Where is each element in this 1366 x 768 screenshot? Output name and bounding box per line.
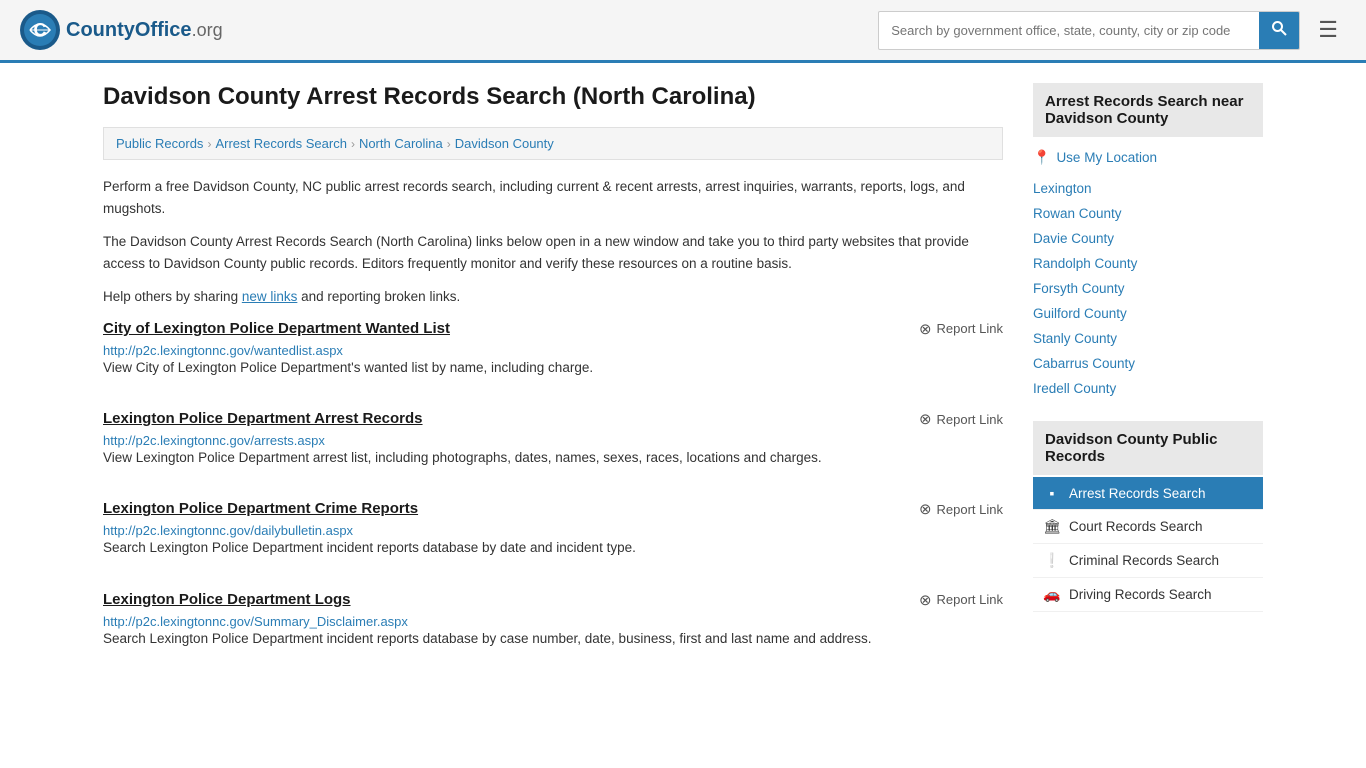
- description-para3: Help others by sharing new links and rep…: [103, 286, 1003, 308]
- report-link-btn-1[interactable]: ⊗ Report Link: [919, 410, 1003, 428]
- report-icon-3: ⊗: [919, 591, 932, 609]
- hamburger-icon: ☰: [1318, 17, 1338, 42]
- resource-entry-2: Lexington Police Department Crime Report…: [103, 500, 1003, 566]
- sidebar-link-cabarrus[interactable]: Cabarrus County: [1033, 351, 1263, 376]
- sidebar-link-lexington[interactable]: Lexington: [1033, 176, 1263, 201]
- page-title: Davidson County Arrest Records Search (N…: [103, 83, 1003, 111]
- description-para3-prefix: Help others by sharing: [103, 289, 242, 304]
- arrest-record-label: Arrest Records Search: [1069, 486, 1206, 501]
- sidebar-link-rowan[interactable]: Rowan County: [1033, 201, 1263, 226]
- breadcrumb-public-records[interactable]: Public Records: [116, 136, 203, 151]
- resource-desc-1: View Lexington Police Department arrest …: [103, 448, 1003, 468]
- resource-url-0[interactable]: http://p2c.lexingtonnc.gov/wantedlist.as…: [103, 343, 343, 358]
- report-link-btn-2[interactable]: ⊗ Report Link: [919, 500, 1003, 518]
- resource-title-row-2: Lexington Police Department Crime Report…: [103, 500, 1003, 518]
- resources-list: City of Lexington Police Department Want…: [103, 320, 1003, 657]
- search-bar: [878, 11, 1300, 50]
- sidebar-records-heading: Davidson County Public Records: [1033, 421, 1263, 475]
- breadcrumb-north-carolina[interactable]: North Carolina: [359, 136, 443, 151]
- header: C CountyOffice.org ☰: [0, 0, 1366, 63]
- sidebar-link-davie[interactable]: Davie County: [1033, 226, 1263, 251]
- sep-3: ›: [447, 137, 451, 151]
- resource-title-row-0: City of Lexington Police Department Want…: [103, 320, 1003, 338]
- use-my-location-btn[interactable]: 📍 Use My Location: [1033, 145, 1263, 170]
- header-right: ☰: [878, 11, 1346, 50]
- report-label-3: Report Link: [937, 592, 1003, 607]
- search-button[interactable]: [1259, 12, 1299, 49]
- sep-2: ›: [351, 137, 355, 151]
- search-input[interactable]: [879, 15, 1259, 46]
- sidebar-record-court[interactable]: 🏛 Court Records Search: [1033, 510, 1263, 544]
- sidebar-record-criminal[interactable]: ❕ Criminal Records Search: [1033, 544, 1263, 578]
- sidebar-records-section: Davidson County Public Records ▪ Arrest …: [1033, 421, 1263, 612]
- sidebar-link-randolph[interactable]: Randolph County: [1033, 251, 1263, 276]
- resource-entry-3: Lexington Police Department Logs ⊗ Repor…: [103, 591, 1003, 657]
- new-links-link[interactable]: new links: [242, 289, 298, 304]
- resource-title-row-1: Lexington Police Department Arrest Recor…: [103, 410, 1003, 428]
- resource-title-row-3: Lexington Police Department Logs ⊗ Repor…: [103, 591, 1003, 609]
- report-icon-2: ⊗: [919, 500, 932, 518]
- use-my-location-label: Use My Location: [1056, 150, 1157, 165]
- sidebar-link-stanly[interactable]: Stanly County: [1033, 326, 1263, 351]
- arrest-record-icon: ▪: [1043, 485, 1061, 501]
- resource-url-3[interactable]: http://p2c.lexingtonnc.gov/Summary_Discl…: [103, 614, 408, 629]
- breadcrumb-arrest-records[interactable]: Arrest Records Search: [215, 136, 347, 151]
- logo-icon: C: [20, 10, 60, 50]
- sidebar: Arrest Records Search near Davidson Coun…: [1033, 83, 1263, 681]
- logo-area: C CountyOffice.org: [20, 10, 223, 50]
- breadcrumb-davidson-county[interactable]: Davidson County: [455, 136, 554, 151]
- sidebar-link-guilford[interactable]: Guilford County: [1033, 301, 1263, 326]
- criminal-record-label: Criminal Records Search: [1069, 553, 1219, 568]
- sidebar-record-driving[interactable]: 🚗 Driving Records Search: [1033, 578, 1263, 612]
- description-para3-suffix: and reporting broken links.: [297, 289, 460, 304]
- report-link-btn-3[interactable]: ⊗ Report Link: [919, 591, 1003, 609]
- sidebar-link-iredell[interactable]: Iredell County: [1033, 376, 1263, 401]
- resource-title-2[interactable]: Lexington Police Department Crime Report…: [103, 500, 418, 517]
- report-icon-0: ⊗: [919, 320, 932, 338]
- sidebar-link-forsyth[interactable]: Forsyth County: [1033, 276, 1263, 301]
- report-icon-1: ⊗: [919, 410, 932, 428]
- court-record-icon: 🏛: [1043, 518, 1061, 535]
- resource-url-1[interactable]: http://p2c.lexingtonnc.gov/arrests.aspx: [103, 433, 325, 448]
- sidebar-record-arrest[interactable]: ▪ Arrest Records Search: [1033, 477, 1263, 510]
- description-para1: Perform a free Davidson County, NC publi…: [103, 176, 1003, 219]
- resource-desc-3: Search Lexington Police Department incid…: [103, 629, 1003, 649]
- resource-desc-0: View City of Lexington Police Department…: [103, 358, 1003, 378]
- location-pin-icon: 📍: [1033, 149, 1050, 166]
- resource-title-0[interactable]: City of Lexington Police Department Want…: [103, 320, 450, 337]
- sidebar-nearby-section: Arrest Records Search near Davidson Coun…: [1033, 83, 1263, 401]
- main-content: Davidson County Arrest Records Search (N…: [103, 83, 1003, 681]
- driving-record-label: Driving Records Search: [1069, 587, 1212, 602]
- resource-title-3[interactable]: Lexington Police Department Logs: [103, 591, 351, 608]
- resource-url-2[interactable]: http://p2c.lexingtonnc.gov/dailybulletin…: [103, 523, 353, 538]
- resource-entry-0: City of Lexington Police Department Want…: [103, 320, 1003, 386]
- resource-title-1[interactable]: Lexington Police Department Arrest Recor…: [103, 410, 423, 427]
- court-record-label: Court Records Search: [1069, 519, 1203, 534]
- sidebar-nearby-heading: Arrest Records Search near Davidson Coun…: [1033, 83, 1263, 137]
- report-link-btn-0[interactable]: ⊗ Report Link: [919, 320, 1003, 338]
- criminal-record-icon: ❕: [1043, 552, 1061, 569]
- sep-1: ›: [207, 137, 211, 151]
- report-label-1: Report Link: [937, 412, 1003, 427]
- page-container: Davidson County Arrest Records Search (N…: [83, 63, 1283, 701]
- report-label-2: Report Link: [937, 502, 1003, 517]
- report-label-0: Report Link: [937, 321, 1003, 336]
- logo-text: CountyOffice.org: [66, 19, 223, 42]
- menu-button[interactable]: ☰: [1310, 13, 1346, 47]
- description-para2: The Davidson County Arrest Records Searc…: [103, 231, 1003, 274]
- resource-entry-1: Lexington Police Department Arrest Recor…: [103, 410, 1003, 476]
- search-icon: [1271, 20, 1287, 36]
- driving-record-icon: 🚗: [1043, 586, 1061, 603]
- resource-desc-2: Search Lexington Police Department incid…: [103, 538, 1003, 558]
- breadcrumb: Public Records › Arrest Records Search ›…: [103, 127, 1003, 160]
